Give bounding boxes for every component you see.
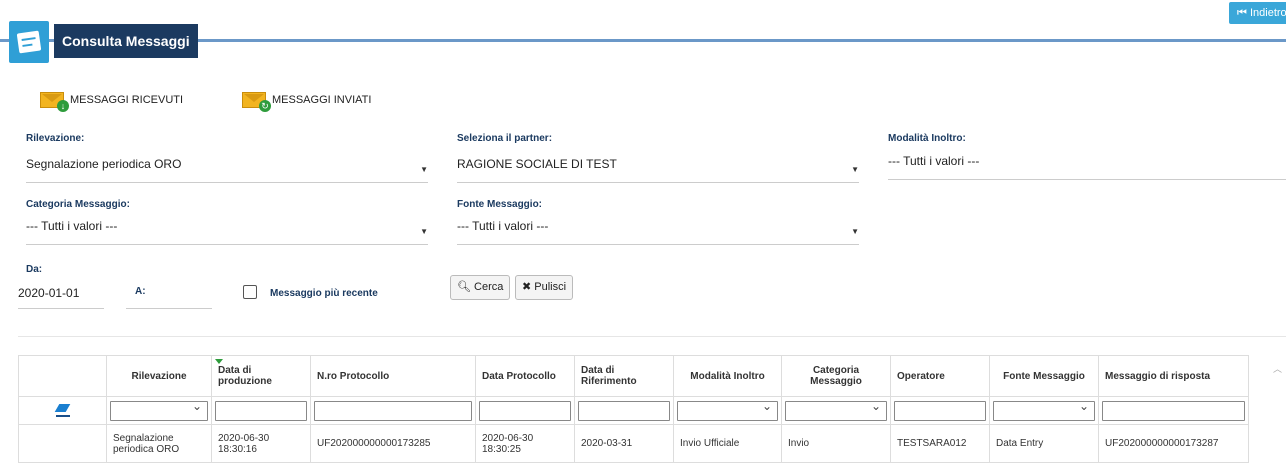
cerca-button[interactable]: 🔍︎ Cerca <box>450 275 511 300</box>
rilevazione-label: Rilevazione: <box>26 133 85 144</box>
column-header-label: Data di produzione <box>218 365 272 387</box>
fonte-label: Fonte Messaggio: <box>457 199 543 210</box>
table-header-row: Rilevazione Data di produzione N.ro Prot… <box>18 355 1249 397</box>
close-icon: ✖ <box>522 281 532 293</box>
fonte-value: --- Tutti i valori --- <box>457 219 549 233</box>
column-header[interactable]: Data Protocollo <box>475 355 575 397</box>
chevron-down-icon: ▼ <box>420 227 428 236</box>
row-actions-cell <box>18 424 107 463</box>
cell-operatore: TESTSARA012 <box>890 424 990 463</box>
cell-categoria: Invio <box>781 424 891 463</box>
column-header-sorted[interactable]: Data di produzione <box>211 355 311 397</box>
chevron-down-icon: ▼ <box>851 165 859 174</box>
scroll-up-icon[interactable]: ︿ <box>1273 362 1282 375</box>
modalita-value: --- Tutti i valori --- <box>888 154 980 168</box>
a-date-input[interactable] <box>126 283 212 309</box>
envelope-sent-icon: ↻ <box>242 92 271 112</box>
da-date-input[interactable]: 2020-01-01 <box>18 283 104 309</box>
partner-select[interactable]: RAGIONE SOCIALE DI TEST ▼ <box>457 153 859 183</box>
column-filter-input[interactable] <box>215 400 307 421</box>
cell-protocollo-link[interactable]: UF202000000000173285 <box>310 424 476 463</box>
partner-value: RAGIONE SOCIALE DI TEST <box>457 157 617 171</box>
table-row[interactable]: Segnalazione periodica ORO 2020-06-30 18… <box>18 424 1249 463</box>
column-filter-select[interactable] <box>993 399 1095 421</box>
modalita-label: Modalità Inoltro: <box>888 133 966 144</box>
column-header[interactable]: Operatore <box>890 355 990 397</box>
messages-icon <box>9 21 49 63</box>
column-filter-input[interactable] <box>314 400 472 421</box>
da-label: Da: <box>26 264 43 275</box>
cell-risposta-link[interactable]: UF202000000000173287 <box>1098 424 1249 463</box>
column-header[interactable]: Fonte Messaggio <box>989 355 1099 397</box>
section-divider <box>18 336 1286 337</box>
envelope-received-icon: ↓ <box>40 92 69 112</box>
rilevazione-select[interactable]: Segnalazione periodica ORO ▼ <box>26 153 428 183</box>
column-filter-select[interactable] <box>677 399 778 421</box>
column-filter-select[interactable] <box>110 399 208 421</box>
cell-rilevazione: Segnalazione periodica ORO <box>106 424 212 463</box>
pulisci-button[interactable]: ✖ Pulisci <box>515 275 574 300</box>
cell-fonte: Data Entry <box>989 424 1099 463</box>
sort-indicator-icon <box>215 359 223 364</box>
eraser-icon[interactable] <box>54 403 71 418</box>
messages-table: Rilevazione Data di produzione N.ro Prot… <box>18 355 1249 463</box>
tab-messaggi-inviati[interactable]: ↻ MESSAGGI INVIATI <box>242 92 372 112</box>
cell-data-produzione: 2020-06-30 18:30:16 <box>211 424 311 463</box>
categoria-value: --- Tutti i valori --- <box>26 219 118 233</box>
column-header[interactable]: Data di Riferimento <box>574 355 674 397</box>
table-filter-row <box>18 396 1249 425</box>
tab-label: MESSAGGI INVIATI <box>272 94 372 106</box>
column-header[interactable]: Modalità Inoltro <box>673 355 782 397</box>
cell-data-protocollo: 2020-06-30 18:30:25 <box>475 424 575 463</box>
column-filter-input[interactable] <box>578 400 670 421</box>
pulisci-label: Pulisci <box>534 281 567 293</box>
column-header[interactable]: Rilevazione <box>106 355 212 397</box>
chevron-down-icon: ▼ <box>851 227 859 236</box>
categoria-select[interactable]: --- Tutti i valori --- ▼ <box>26 215 428 245</box>
column-filter-input[interactable] <box>1102 400 1245 421</box>
cerca-label: Cerca <box>474 281 504 293</box>
clear-filters-cell[interactable] <box>18 396 107 425</box>
column-header[interactable]: Categoria Messaggio <box>781 355 891 397</box>
rilevazione-value: Segnalazione periodica ORO <box>26 157 182 171</box>
column-header-actions <box>18 355 107 397</box>
back-button-label: Indietro <box>1249 7 1286 19</box>
cell-modalita: Invio Ufficiale <box>673 424 782 463</box>
tab-messaggi-ricevuti[interactable]: ↓ MESSAGGI RICEVUTI <box>40 92 184 112</box>
column-filter-select[interactable] <box>785 399 887 421</box>
column-header[interactable]: N.ro Protocollo <box>310 355 476 397</box>
fonte-select[interactable]: --- Tutti i valori --- ▼ <box>457 215 859 245</box>
modalita-select[interactable]: --- Tutti i valori --- <box>888 150 1286 180</box>
partner-label: Seleziona il partner: <box>457 133 553 144</box>
recente-checkbox[interactable] <box>243 285 257 299</box>
column-filter-input[interactable] <box>479 400 571 421</box>
back-icon: ⏮ <box>1237 7 1247 19</box>
search-icon: 🔍︎ <box>457 281 471 293</box>
column-header[interactable]: Messaggio di risposta <box>1098 355 1249 397</box>
back-button[interactable]: ⏮ Indietro <box>1229 2 1286 24</box>
page-title: Consulta Messaggi <box>54 24 198 58</box>
tab-label: MESSAGGI RICEVUTI <box>70 94 184 106</box>
recente-label: Messaggio più recente <box>270 288 378 299</box>
chevron-down-icon: ▼ <box>420 165 428 174</box>
categoria-label: Categoria Messaggio: <box>26 199 130 210</box>
cell-data-riferimento: 2020-03-31 <box>574 424 674 463</box>
column-filter-input[interactable] <box>894 400 986 421</box>
